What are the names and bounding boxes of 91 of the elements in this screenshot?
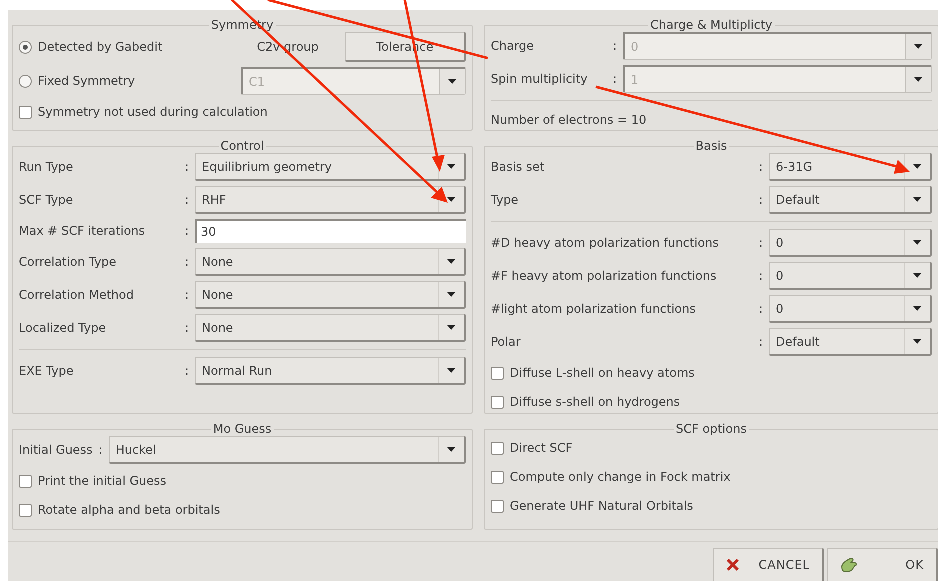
checkbox-label: Compute only change in Fock matrix [510, 469, 731, 486]
caret-icon [914, 44, 923, 50]
dropdown[interactable]: None [195, 314, 466, 342]
field-label: Run Type [19, 159, 74, 176]
group-title: Basis [694, 139, 728, 153]
checkbox[interactable] [491, 366, 504, 380]
dropdown[interactable]: Default [769, 186, 932, 214]
checkbox[interactable] [19, 504, 32, 516]
dropdown[interactable]: None [195, 248, 466, 276]
group-title: Charge & Multiplicty [649, 18, 774, 32]
checkbox[interactable] [491, 470, 504, 484]
separator-colon: : [612, 38, 618, 55]
separator-colon: : [612, 71, 618, 88]
separator-colon: : [758, 301, 764, 318]
dropdown[interactable]: Equilibrium geometry [195, 153, 466, 181]
separator-colon: : [184, 363, 190, 380]
checkbox[interactable] [491, 500, 504, 512]
separator-colon: : [758, 235, 764, 252]
separator-colon: : [758, 334, 764, 351]
ok-button[interactable]: OK [827, 548, 938, 581]
caret-icon [447, 258, 456, 264]
cancel-button[interactable]: CANCEL [713, 548, 824, 581]
dropdown[interactable]: RHF [195, 186, 466, 214]
caret-icon [447, 368, 456, 374]
field-label: Type [491, 192, 520, 209]
field-label: Basis set [491, 159, 546, 176]
field-label: Correlation Method [19, 287, 135, 304]
dropdown[interactable]: Huckel [108, 436, 466, 464]
field-label: SCF Type [19, 192, 74, 209]
separator-colon: : [758, 159, 764, 176]
dropdown[interactable]: None [195, 281, 466, 309]
separator-colon: : [758, 268, 764, 285]
checkbox-label: Print the initial Guess [38, 473, 167, 490]
caret-icon [913, 272, 922, 278]
checkbox[interactable] [19, 106, 32, 118]
field-label: Spin multiplicity [491, 71, 589, 88]
electron-count: Number of electrons = 10 [491, 112, 647, 129]
cross-icon [726, 558, 740, 572]
group-title: Mo Guess [212, 422, 273, 436]
dropdown[interactable]: Normal Run [195, 357, 466, 385]
caret-icon [447, 292, 456, 298]
checkbox-label: Generate UHF Natural Orbitals [510, 498, 694, 515]
caret-icon [447, 196, 456, 202]
field-label: EXE Type [19, 363, 75, 380]
checkbox-label: Rotate alpha and beta orbitals [38, 502, 220, 519]
separator-colon: : [184, 287, 190, 304]
caret-icon [913, 240, 922, 246]
field-label: Correlation Type [19, 254, 118, 271]
radio-label: Detected by Gabedit [38, 39, 164, 56]
dropdown[interactable]: 0 [769, 262, 932, 290]
caret-icon [913, 306, 922, 312]
caret-icon [447, 324, 456, 330]
caret-icon [914, 76, 923, 82]
field-label: Initial Guess [19, 442, 93, 459]
radio-label: Fixed Symmetry [38, 73, 136, 90]
checkbox-label: Symmetry not used during calculation [38, 104, 268, 121]
caret-icon [913, 196, 922, 202]
separator-colon: : [184, 159, 190, 176]
dropdown[interactable]: 0 [769, 229, 932, 257]
separator-colon: : [98, 442, 104, 459]
caret-icon [447, 164, 456, 170]
checkbox[interactable] [491, 396, 504, 408]
checkbox[interactable] [491, 442, 504, 454]
input-field[interactable]: 30 [195, 219, 466, 243]
caret-icon [913, 338, 922, 344]
group-title: SCF options [675, 422, 748, 436]
checkbox-label: Diffuse L-shell on heavy atoms [510, 365, 695, 382]
radio-button[interactable] [19, 40, 32, 54]
checkbox-label: Direct SCF [510, 440, 573, 457]
field-label: Charge [491, 38, 536, 55]
caret-icon [447, 446, 456, 452]
hand-icon [840, 557, 858, 573]
field-label: Max # SCF iterations [19, 223, 146, 240]
separator-colon: : [758, 192, 764, 209]
checkbox[interactable] [19, 474, 32, 488]
separator-colon: : [184, 223, 190, 240]
separator-colon: : [184, 254, 190, 271]
dropdown[interactable]: 0 [769, 295, 932, 323]
caret-icon [448, 78, 457, 84]
dropdown[interactable]: 6-31G [769, 153, 932, 181]
field-label: #F heavy atom polarization functions [491, 268, 718, 285]
field-label: Polar [491, 334, 522, 351]
checkbox-label: Diffuse s-shell on hydrogens [510, 394, 680, 411]
field-label: Localized Type [19, 320, 108, 337]
dropdown[interactable]: Default [769, 328, 932, 356]
separator-colon: : [184, 192, 190, 209]
field-label: #light atom polarization functions [491, 301, 698, 318]
field-label: #D heavy atom polarization functions [491, 235, 720, 252]
caret-icon [913, 164, 922, 170]
separator-colon: : [184, 320, 190, 337]
group-title: Control [220, 139, 266, 153]
